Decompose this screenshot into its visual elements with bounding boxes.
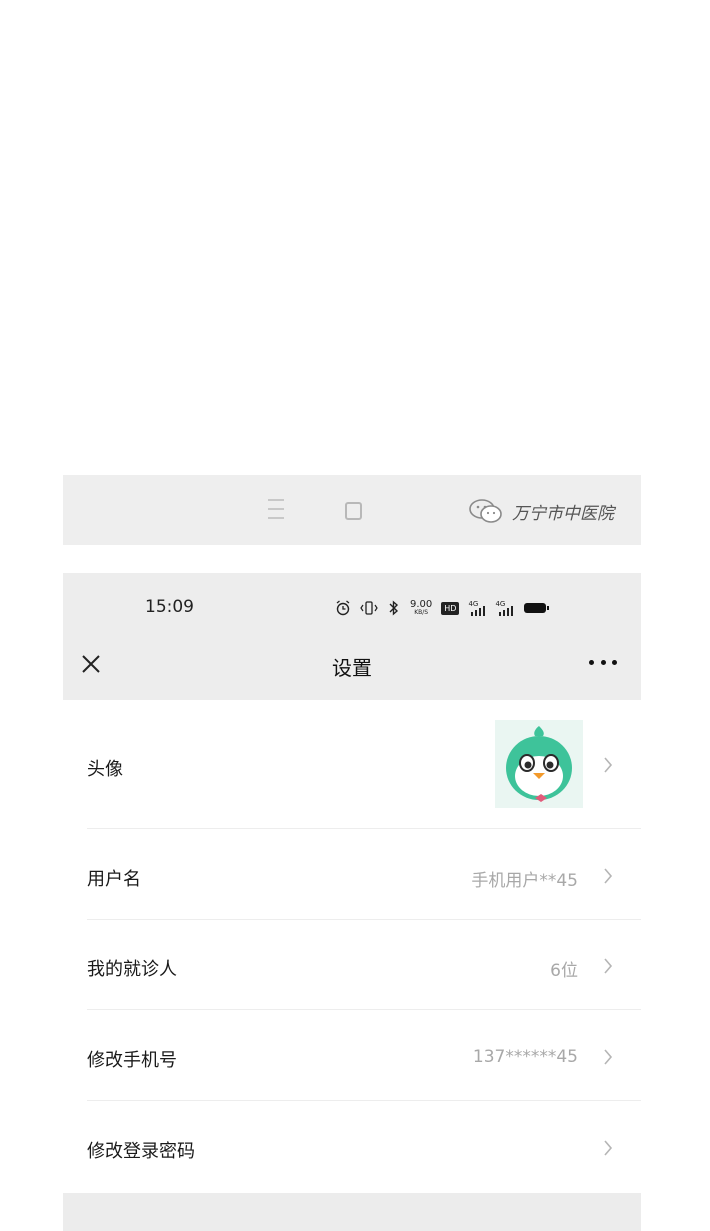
- patients-count: 6位: [550, 961, 578, 981]
- signal-5g-icon: 4G: [495, 600, 515, 616]
- chevron-right-icon: [604, 1049, 613, 1065]
- bird-mascot-icon: [506, 726, 572, 802]
- status-bar: 15:09 9.00 KB/S HD 4G 4G: [63, 573, 641, 628]
- chevron-right-icon: [604, 1140, 613, 1156]
- settings-row-change-phone[interactable]: 修改手机号 137******45: [63, 1010, 641, 1101]
- phone-screen: 15:09 9.00 KB/S HD 4G 4G 设置 头像 用户名 手机用户*…: [63, 573, 641, 1231]
- status-time: 15:09: [145, 597, 194, 617]
- phone-value: 137******45: [472, 1047, 578, 1067]
- title-bar: 设置: [63, 628, 641, 700]
- system-nav-bar: 万宁市中医院: [63, 475, 641, 545]
- watermark: 万宁市中医院: [468, 497, 614, 525]
- row-label: 我的就诊人: [87, 959, 177, 980]
- row-label: 修改手机号: [87, 1050, 177, 1071]
- section-separator: [63, 1193, 641, 1231]
- avatar[interactable]: [495, 720, 583, 808]
- row-label: 头像: [87, 759, 123, 780]
- net-speed: 9.00 KB/S: [410, 599, 433, 616]
- menu-icon[interactable]: [268, 497, 284, 521]
- square-home-icon[interactable]: [345, 502, 362, 520]
- page-title: 设置: [332, 656, 372, 680]
- chevron-right-icon: [604, 958, 613, 974]
- settings-row-patients[interactable]: 我的就诊人 6位: [63, 920, 641, 1010]
- chevron-right-icon: [604, 868, 613, 884]
- username-value: 手机用户**45: [471, 871, 578, 891]
- alarm-icon: [336, 600, 350, 616]
- settings-row-change-password[interactable]: 修改登录密码: [63, 1101, 641, 1193]
- battery-icon: [524, 603, 550, 613]
- row-label: 用户名: [87, 869, 141, 890]
- bluetooth-icon: [389, 600, 399, 616]
- row-label: 修改登录密码: [87, 1141, 195, 1162]
- hd-icon: HD: [441, 601, 460, 615]
- more-dots-icon[interactable]: [589, 660, 617, 668]
- watermark-text: 万宁市中医院: [512, 503, 614, 524]
- settings-row-username[interactable]: 用户名 手机用户**45: [63, 829, 641, 920]
- status-icons: 9.00 KB/S HD 4G 4G: [335, 597, 550, 619]
- wechat-icon: [469, 499, 502, 523]
- settings-row-avatar[interactable]: 头像: [63, 700, 641, 829]
- vibrate-icon: [360, 601, 378, 615]
- signal-4g-icon: 4G: [468, 600, 486, 616]
- chevron-right-icon: [604, 757, 613, 773]
